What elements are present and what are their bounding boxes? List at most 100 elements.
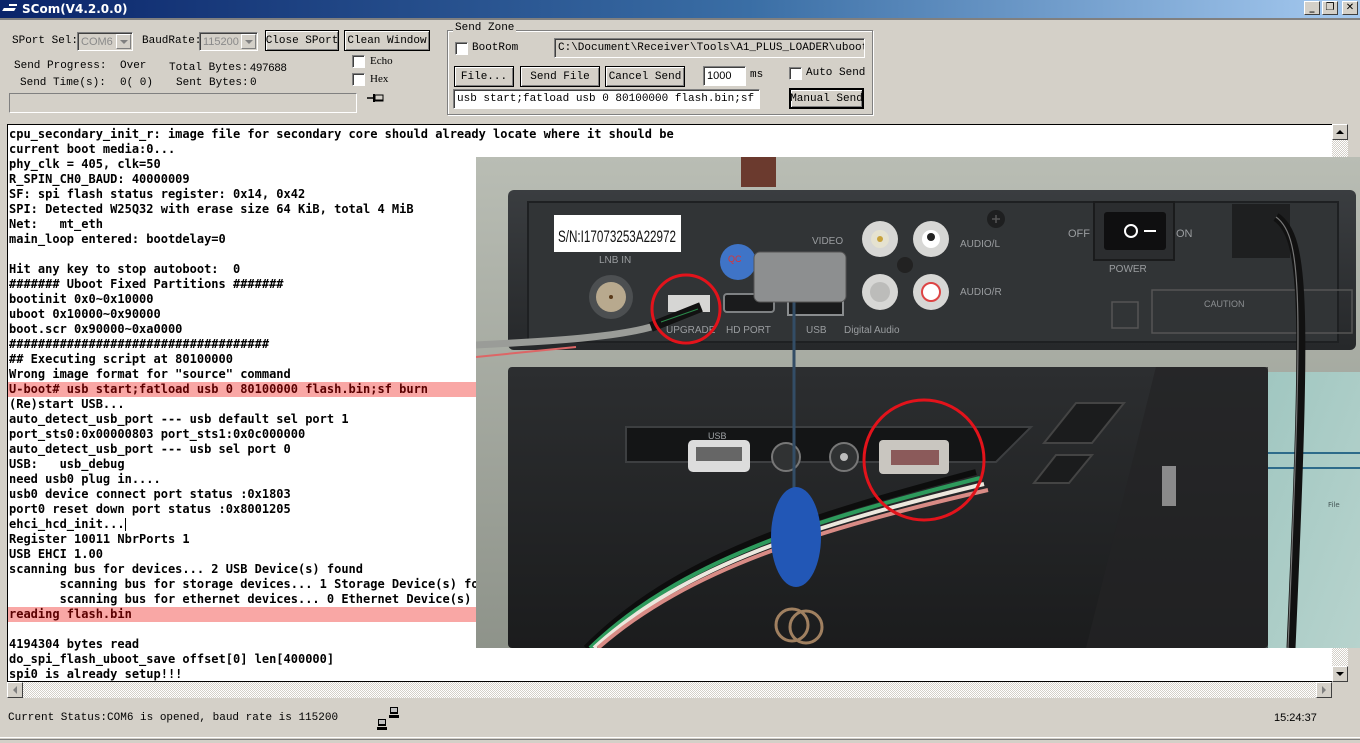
console-line-text: U-boot# usb start;fatload usb 0 80100000…: [9, 382, 429, 396]
console-line-text: SPI: Detected W25Q32 with erase size 64 …: [9, 202, 414, 216]
console-line-text: port0 reset down port status :0x8001205: [9, 502, 291, 516]
restore-button[interactable]: ❐: [1322, 1, 1338, 15]
off-label: OFF: [1068, 228, 1090, 240]
console-line-text: phy_clk = 405, clk=50: [9, 157, 161, 171]
echo-label: Echo: [370, 55, 393, 67]
console-line: cpu_secondary_init_r: image file for sec…: [9, 127, 1332, 142]
console-horizontal-scrollbar[interactable]: [7, 682, 1332, 698]
total-bytes-value: 497688: [250, 62, 287, 74]
console-line-text: R_SPIN_CH0_BAUD: 40000009: [9, 172, 190, 186]
qc-sticker-text: QC: [728, 254, 742, 264]
close-sport-button[interactable]: Close SPort: [265, 30, 339, 51]
console-line-text: Hit any key to stop autoboot: 0: [9, 262, 241, 276]
console-line-text: 4194304 bytes read: [9, 637, 140, 651]
console-line-text: scanning bus for ethernet devices... 0 E…: [9, 592, 515, 606]
hardware-photo: File S/N:I17073253A22972 LNB IN UPGRADE …: [476, 157, 1360, 648]
send-progress-bar: [9, 93, 357, 113]
scroll-down-button[interactable]: [1332, 666, 1348, 682]
laptop-screen: [1256, 372, 1360, 648]
bottom-border: [0, 737, 1360, 738]
console-line-text: ####### Uboot Fixed Partitions #######: [9, 277, 284, 291]
clean-window-button[interactable]: Clean Window: [344, 30, 430, 51]
manual-send-button[interactable]: Manual Send: [789, 88, 864, 109]
console-line-text: ####################################: [9, 337, 270, 351]
minimize-button[interactable]: _: [1304, 1, 1320, 15]
console-line-text: ## Executing script at 80100000: [9, 352, 233, 366]
console-line-text: USB: usb_debug: [9, 457, 125, 471]
console-line-text: auto_detect_usb_port --- usb sel port 0: [9, 442, 291, 456]
console-line: do_spi_flash_uboot_save offset[0] len[40…: [9, 652, 1332, 667]
usb-label: USB: [806, 325, 827, 336]
console-line-text: Net: mt_eth: [9, 217, 103, 231]
file-path-field[interactable]: C:\Document\Receiver\Tools\A1_PLUS_LOADE…: [554, 38, 865, 58]
send-zone-title: Send Zone: [453, 22, 517, 34]
hd-port-label: HD PORT: [726, 325, 771, 336]
close-button[interactable]: ✕: [1342, 1, 1358, 15]
app-icon: [3, 4, 17, 14]
status-clock: 15:24:37: [1274, 712, 1317, 724]
hex-label: Hex: [370, 73, 389, 85]
console-line-text: spi0 is already setup!!!: [9, 667, 183, 681]
video-label: VIDEO: [812, 236, 843, 247]
interval-input[interactable]: 1000: [703, 66, 746, 86]
file-button[interactable]: File...: [454, 66, 514, 87]
interval-unit: ms: [750, 69, 764, 81]
bottom-border-shadow: [0, 739, 1360, 740]
cancel-send-button[interactable]: Cancel Send: [605, 66, 685, 87]
scroll-up-button[interactable]: [1332, 124, 1348, 140]
sent-bytes-label: Sent Bytes:: [176, 77, 249, 89]
console-line-text: Register 10011 NbrPorts 1: [9, 532, 190, 546]
auto-send-checkbox[interactable]: [789, 67, 802, 80]
sport-value: COM6: [81, 35, 113, 48]
wood-edge: [741, 157, 776, 187]
send-progress-label: Send Progress:: [14, 60, 107, 72]
baudrate-label: BaudRate:: [142, 35, 202, 47]
scroll-left-button[interactable]: [7, 682, 23, 698]
console-line-text: SF: spi flash status register: 0x14, 0x4…: [9, 187, 306, 201]
console-line-text: USB EHCI 1.00: [9, 547, 103, 561]
command-input[interactable]: usb start;fatload usb 0 80100000 flash.b…: [453, 89, 760, 109]
console-line-text: do_spi_flash_uboot_save offset[0] len[40…: [9, 652, 335, 666]
audio-r-label: AUDIO/R: [960, 287, 1002, 298]
chevron-down-icon[interactable]: [241, 34, 256, 49]
laptop-screen-text: File: [1328, 501, 1340, 509]
caution-label: CAUTION: [1204, 299, 1245, 309]
console-line-text: ehci_hcd_init...: [9, 517, 125, 531]
chevron-down-icon[interactable]: [116, 34, 131, 49]
frame-divider: [0, 18, 1360, 20]
console-line: current boot media:0...: [9, 142, 1332, 157]
send-file-button[interactable]: Send File: [520, 66, 600, 87]
baudrate-value: 115200: [203, 35, 239, 48]
send-time-label: Send Time(s):: [20, 77, 106, 89]
console-line-text: bootinit 0x0~0x10000: [9, 292, 154, 306]
console-line-text: scanning bus for storage devices... 1 St…: [9, 577, 501, 591]
console-line-text: uboot 0x10000~0x90000: [9, 307, 161, 321]
console-line-text: usb0 device connect port status :0x1803: [9, 487, 291, 501]
console-line-text: Wrong image format for "source" command: [9, 367, 291, 381]
console-line: spi0 is already setup!!!: [9, 667, 1332, 681]
console-line-text: scanning bus for devices... 2 USB Device…: [9, 562, 364, 576]
digital-audio-label: Digital Audio: [844, 325, 900, 336]
console-line-text: cpu_secondary_init_r: image file for sec…: [9, 127, 674, 141]
console-line-text: current boot media:0...: [9, 142, 176, 156]
auto-send-label: Auto Send: [806, 67, 866, 79]
status-text: Current Status:COM6 is opened, baud rate…: [8, 712, 339, 724]
total-bytes-label: Total Bytes:: [169, 62, 249, 74]
scroll-right-button[interactable]: [1316, 682, 1332, 698]
bootrom-label: BootRom: [472, 42, 519, 54]
echo-checkbox[interactable]: [352, 55, 365, 68]
audio-l-label: AUDIO/L: [960, 239, 1000, 250]
console-line-text: auto_detect_usb_port --- usb default sel…: [9, 412, 349, 426]
console-line-text: boot.scr 0x90000~0xa0000: [9, 322, 183, 336]
pc-usb-label: USB: [708, 431, 727, 441]
console-line-text: need usb0 plug in....: [9, 472, 161, 486]
bootrom-checkbox[interactable]: [455, 42, 468, 55]
close-icon: ✕: [1345, 2, 1355, 13]
serial-number-text: S/N:I17073253A22972: [558, 227, 676, 246]
baudrate-select[interactable]: 115200: [199, 32, 258, 51]
console-line-text: main_loop entered: bootdelay=0: [9, 232, 226, 246]
pin-icon[interactable]: [367, 92, 385, 104]
sport-select[interactable]: COM6: [77, 32, 133, 51]
hex-checkbox[interactable]: [352, 73, 365, 86]
power-label: POWER: [1109, 264, 1147, 275]
